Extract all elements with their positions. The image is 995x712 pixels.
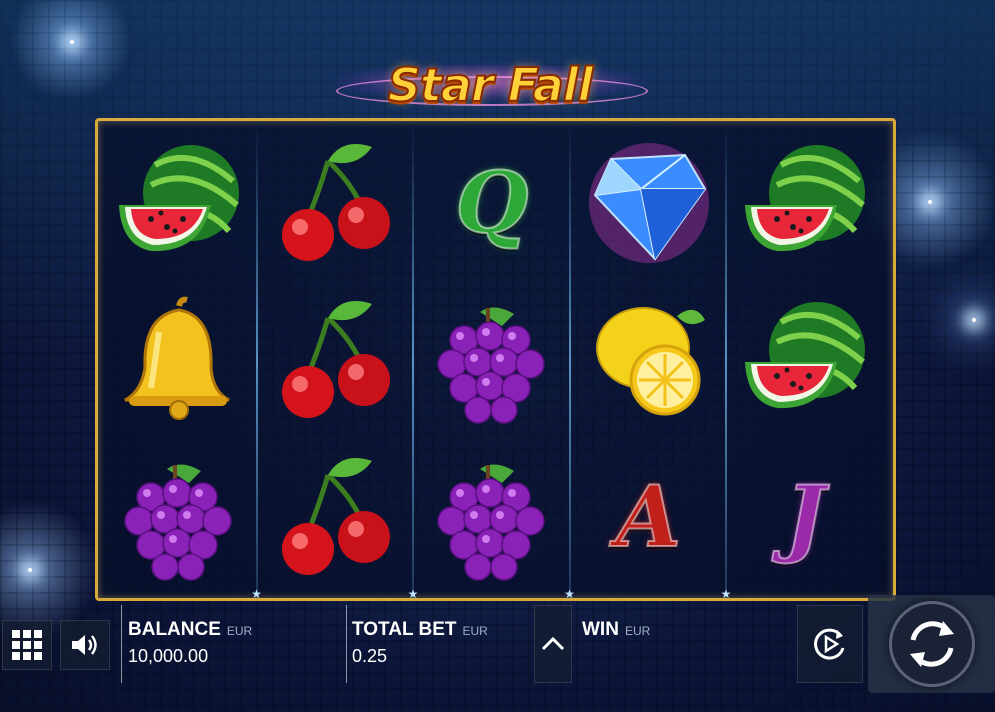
menu-button[interactable]	[2, 620, 52, 670]
symbol-letter-j: J	[784, 466, 826, 566]
symbol-bell	[101, 281, 257, 438]
reel-3: Q	[414, 121, 570, 598]
reel-separator: ★	[408, 121, 418, 600]
total-bet-currency: EUR	[462, 624, 488, 638]
speaker-icon	[72, 635, 97, 655]
star-icon: ★	[564, 587, 575, 601]
grid-icon	[12, 630, 42, 660]
total-bet-label: TOTAL BET EUR	[352, 619, 488, 640]
symbol-cherries	[258, 124, 414, 281]
reel-2	[258, 121, 414, 598]
game-title: Star Fall	[387, 57, 595, 113]
reel-separator: ★	[564, 121, 575, 600]
balance-value: 10,000.00	[128, 646, 209, 666]
autoplay-button[interactable]	[797, 605, 863, 683]
symbol-diamond	[571, 124, 727, 281]
reel-separator: ★	[721, 121, 731, 600]
flare	[70, 40, 74, 44]
symbol-letter-q: Q	[454, 152, 529, 252]
symbol-cherries	[258, 438, 414, 595]
symbol-watermelon	[727, 124, 883, 281]
total-bet-value: 0.25	[352, 646, 388, 666]
win-currency: EUR	[624, 624, 651, 638]
flare	[972, 318, 976, 322]
chevron-up-icon	[541, 636, 565, 651]
win-label: WIN EUR	[582, 619, 651, 640]
symbol-cherries	[258, 281, 414, 438]
reel-5: J	[727, 121, 883, 598]
flare	[928, 200, 932, 204]
star-icon: ★	[251, 587, 262, 601]
symbol-grapes	[414, 438, 570, 595]
balance-currency: EUR	[226, 624, 253, 638]
reel-1	[101, 121, 257, 598]
bet-toggle-button[interactable]	[534, 605, 572, 683]
balance-label: BALANCE EUR	[128, 619, 253, 640]
spin-icon	[909, 621, 954, 667]
symbol-letter-a: A	[615, 466, 682, 566]
game-logo: Star Fall	[320, 44, 660, 124]
flare	[28, 568, 32, 572]
sound-button[interactable]	[60, 620, 110, 670]
divider	[346, 605, 347, 683]
star-icon: ★	[407, 587, 419, 601]
symbol-grapes	[101, 438, 257, 595]
spin-button[interactable]	[868, 595, 995, 693]
reel-area[interactable]: ★ Q ★ A ★ J ★	[95, 118, 896, 601]
autoplay-icon	[814, 628, 845, 660]
control-bar: BALANCE EUR 10,000.00 TOTAL BET EUR 0.25 W…	[0, 595, 995, 693]
reel-4: A	[571, 121, 727, 598]
symbol-lemon	[571, 281, 727, 438]
divider	[121, 605, 122, 683]
symbol-grapes	[414, 281, 570, 438]
symbol-watermelon	[727, 281, 883, 438]
symbol-watermelon	[101, 124, 257, 281]
reel-separator: ★	[251, 121, 262, 600]
star-icon: ★	[720, 587, 732, 601]
